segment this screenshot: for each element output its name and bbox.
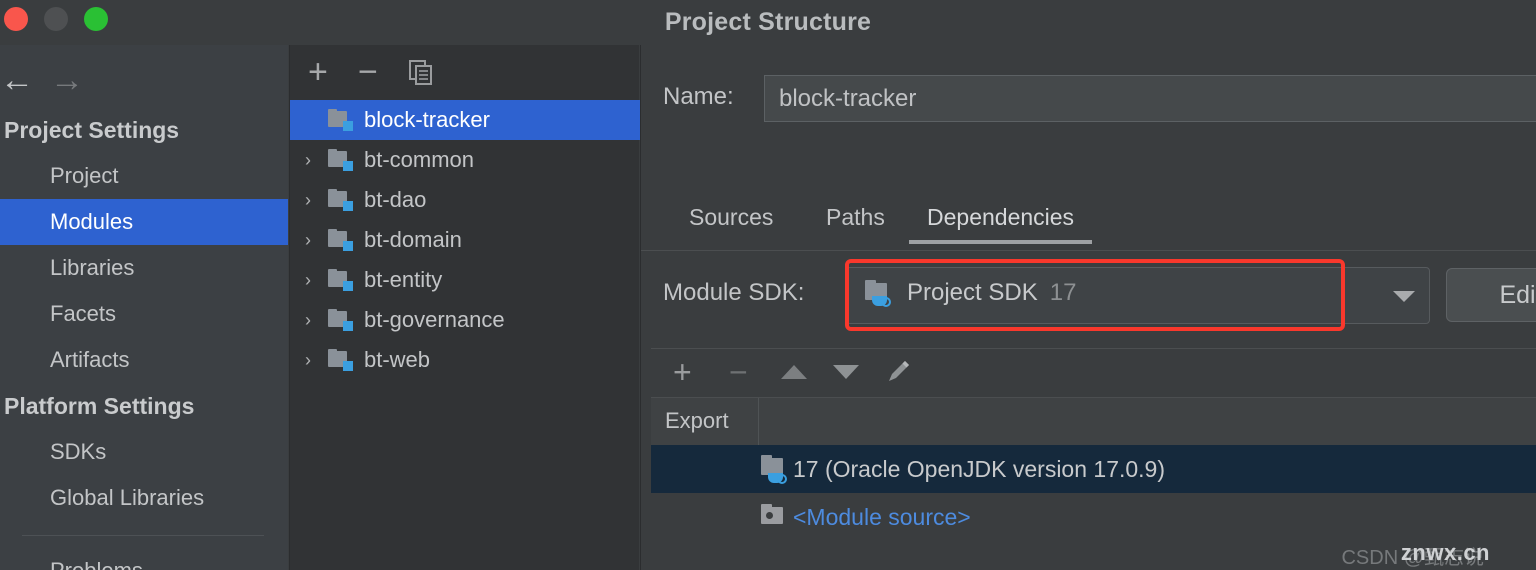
project-structure-dialog: Project Structure ← → Project Settings P… [0, 0, 1536, 570]
module-icon [326, 349, 356, 371]
tab-dependencies[interactable]: Dependencies [909, 193, 1093, 251]
module-icon [326, 189, 356, 211]
window-title: Project Structure [664, 8, 872, 36]
sidebar-item-global-libraries[interactable]: Global Libraries [0, 475, 288, 521]
tab-sources[interactable]: Sources [671, 193, 791, 251]
tree-node-label: bt-entity [364, 267, 443, 292]
module-name-row: Name: block-tracker [641, 75, 1536, 123]
sidebar-item-sdks[interactable]: SDKs [0, 429, 288, 475]
sidebar-item-facets[interactable]: Facets [0, 291, 288, 337]
module-icon [326, 309, 356, 331]
module-sdk-label: Module SDK: [663, 279, 805, 306]
copy-module-icon[interactable] [408, 59, 434, 90]
chevron-right-icon[interactable]: › [290, 190, 326, 211]
jdk-icon [759, 455, 793, 484]
module-sdk-version: 17 [1049, 279, 1077, 306]
sidebar-item-modules[interactable]: Modules [0, 199, 288, 245]
back-arrow-icon[interactable]: ← [0, 63, 34, 97]
tree-node-bt-domain[interactable]: › bt-domain [290, 220, 640, 260]
sidebar-group-platform-settings: Platform Settings [4, 393, 195, 419]
tree-node-bt-dao[interactable]: › bt-dao [290, 180, 640, 220]
add-dependency-button[interactable]: + [673, 355, 692, 389]
tree-node-block-tracker[interactable]: › block-tracker [290, 100, 640, 140]
module-tabs: Sources Paths Dependencies [641, 193, 1536, 251]
table-row[interactable]: <Module source> [651, 493, 1536, 541]
forward-arrow-icon[interactable]: → [50, 63, 84, 97]
pencil-icon[interactable] [883, 357, 913, 392]
module-icon [326, 229, 356, 251]
watermark-primary: znwx.cn [1400, 540, 1490, 565]
module-icon [326, 269, 356, 291]
sidebar-item-libraries[interactable]: Libraries [0, 245, 288, 291]
tree-node-label: bt-dao [364, 187, 427, 212]
tree-node-bt-governance[interactable]: › bt-governance [290, 300, 640, 340]
move-down-icon[interactable] [833, 365, 859, 379]
jdk-icon [863, 280, 895, 307]
sidebar-item-problems[interactable]: Problems [0, 548, 288, 570]
sidebar-divider [22, 535, 264, 536]
tabs-divider [641, 250, 1536, 251]
chevron-right-icon[interactable]: › [290, 150, 326, 171]
dependency-label: <Module source> [793, 503, 971, 530]
tab-paths[interactable]: Paths [808, 193, 903, 251]
chevron-down-icon[interactable] [1393, 290, 1415, 302]
tree-node-label: bt-common [364, 147, 475, 172]
dependencies-toolbar: + − [651, 348, 1536, 396]
dependencies-table-header: Export [651, 397, 1536, 446]
table-row[interactable]: 17 (Oracle OpenJDK version 17.0.9) [651, 445, 1536, 493]
module-sdk-value-wrap: Project SDK 17 [863, 279, 1076, 307]
module-sdk-dropdown[interactable]: Project SDK 17 [846, 267, 1430, 324]
module-name-label: Name: [663, 83, 734, 110]
module-source-icon [759, 503, 793, 531]
tree-node-bt-common[interactable]: › bt-common [290, 140, 640, 180]
chevron-right-icon[interactable]: › [290, 310, 326, 331]
sidebar-nav-arrows: ← → [0, 57, 288, 107]
dependency-label: 17 (Oracle OpenJDK version 17.0.9) [793, 455, 1166, 482]
tree-node-label: bt-governance [364, 307, 505, 332]
chevron-right-icon[interactable]: › [290, 230, 326, 251]
remove-module-button[interactable]: − [358, 55, 378, 89]
add-module-button[interactable]: + [308, 55, 328, 89]
tree-node-label: bt-domain [364, 227, 462, 252]
sidebar-item-project[interactable]: Project [0, 153, 288, 199]
settings-sidebar: ← → Project Settings Project Modules Lib… [0, 45, 288, 570]
window-titlebar: Project Structure [0, 0, 1536, 45]
module-sdk-value: Project SDK [907, 279, 1038, 306]
module-name-input[interactable]: block-tracker [764, 75, 1536, 122]
sidebar-item-artifacts[interactable]: Artifacts [0, 337, 288, 383]
module-icon [326, 109, 356, 131]
module-tree-panel: + − › block-tracker › bt- [289, 45, 640, 570]
tree-node-label: block-tracker [364, 107, 490, 132]
tree-node-bt-entity[interactable]: › bt-entity [290, 260, 640, 300]
tree-node-bt-web[interactable]: › bt-web [290, 340, 640, 380]
module-icon [326, 149, 356, 171]
chevron-right-icon[interactable]: › [290, 350, 326, 371]
remove-dependency-button[interactable]: − [729, 355, 748, 389]
column-header-export[interactable]: Export [651, 398, 759, 446]
chevron-right-icon[interactable]: › [290, 270, 326, 291]
module-tree-toolbar: + − [290, 45, 639, 100]
sidebar-group-project-settings: Project Settings [4, 117, 180, 143]
edit-sdk-button[interactable]: Edit [1446, 268, 1536, 322]
module-sdk-row: Module SDK: Project SDK 17 Edit [641, 259, 1536, 331]
tree-node-label: bt-web [364, 347, 431, 372]
module-detail-panel: Name: block-tracker Sources Paths Depend… [640, 45, 1536, 570]
move-up-icon[interactable] [781, 365, 807, 379]
